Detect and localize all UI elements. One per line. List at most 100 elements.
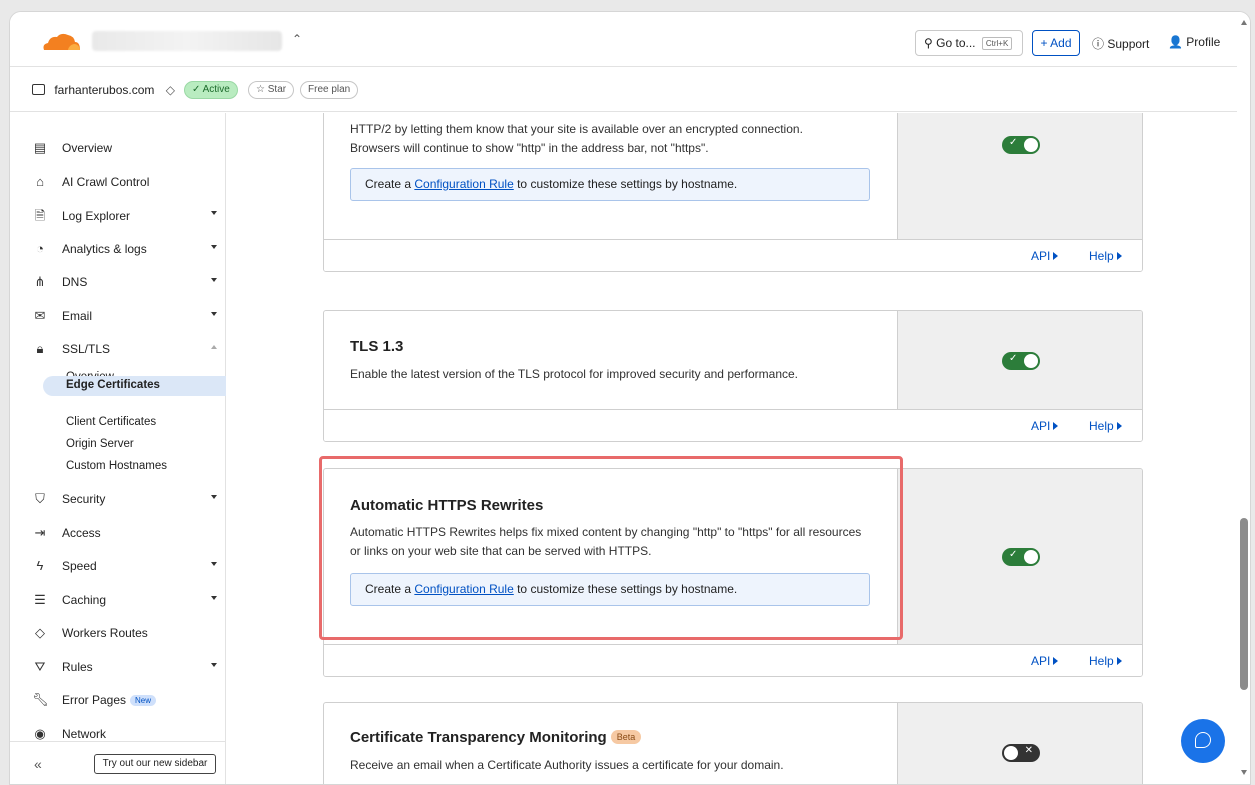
add-button[interactable]: + Add bbox=[1032, 30, 1080, 56]
chevron-down-icon bbox=[211, 562, 217, 566]
caret-right-icon bbox=[1116, 252, 1122, 260]
profile-label: Profile bbox=[1186, 35, 1221, 49]
x-icon: ✕ bbox=[1024, 745, 1033, 756]
chat-button[interactable] bbox=[1181, 719, 1225, 763]
collapse-sidebar-icon[interactable]: « bbox=[34, 756, 42, 772]
lock-icon: 🔒︎ bbox=[36, 341, 44, 356]
sidebar-item-email[interactable]: ✉ Email bbox=[32, 308, 217, 328]
chevron-up-icon bbox=[211, 345, 217, 349]
location-pin-icon: ◉ bbox=[34, 726, 46, 741]
sidebar-item-workers-routes[interactable]: ◇ Workers Routes bbox=[32, 625, 217, 645]
sidebar-item-speed[interactable]: ϟ Speed bbox=[32, 558, 217, 578]
sign-in-icon: ⇥ bbox=[34, 525, 46, 540]
help-link[interactable]: Help bbox=[1089, 419, 1122, 433]
profile-button[interactable]: 👤 Profile bbox=[1168, 35, 1220, 49]
rules-icon: ⛛ bbox=[34, 659, 46, 674]
beta-badge: Beta bbox=[610, 730, 642, 744]
sidebar-item-analytics[interactable]: ◔ Analytics & logs bbox=[32, 241, 217, 261]
star-button[interactable]: ☆ Star bbox=[248, 81, 295, 99]
lightning-icon: ϟ bbox=[36, 558, 44, 573]
chevron-down-icon bbox=[211, 596, 217, 600]
card-description: Receive an email when a Certificate Auth… bbox=[350, 758, 784, 772]
sidebar-item-ssl-tls[interactable]: 🔒︎ SSL/TLS bbox=[32, 341, 217, 361]
configuration-rule-banner: Create a Configuration Rule to customize… bbox=[350, 168, 870, 201]
card-description: Enable the latest version of the TLS pro… bbox=[350, 367, 799, 381]
automatic-https-rewrites-toggle[interactable]: ✓ bbox=[1002, 548, 1040, 566]
sidebar-item-dns[interactable]: ⋔ DNS bbox=[32, 274, 217, 294]
scroll-up-icon[interactable] bbox=[1241, 20, 1247, 25]
setting-control-panel: ✓ bbox=[897, 113, 1142, 239]
browser-window-icon bbox=[32, 84, 45, 95]
browser-window: ⌃ ⚲ Go to... Ctrl+K + Add ⓘ Support 👤 Pr… bbox=[9, 11, 1251, 785]
network-tree-icon: ⋔ bbox=[34, 274, 46, 289]
ssl-sub-custom-hostnames[interactable]: Custom Hostnames bbox=[66, 460, 167, 472]
chevron-down-icon bbox=[211, 211, 217, 215]
sidebar: ▤ Overview ⌂ AI Crawl Control 🗎 Log Explore… bbox=[10, 113, 226, 784]
search-icon: ⚲ bbox=[924, 36, 933, 50]
sidebar-item-caching[interactable]: ☰ Caching bbox=[32, 592, 217, 612]
account-selector[interactable] bbox=[92, 31, 282, 51]
goto-search-button[interactable]: ⚲ Go to... Ctrl+K bbox=[915, 30, 1023, 56]
goto-label: Go to... bbox=[936, 36, 976, 50]
zone-caret-icon: ◇ bbox=[165, 83, 175, 97]
chevron-down-icon bbox=[211, 312, 217, 316]
chevron-down-icon bbox=[211, 245, 217, 249]
sidebar-item-rules[interactable]: ⛛ Rules bbox=[32, 659, 217, 679]
zone-domain: farhanterubos.com bbox=[54, 83, 155, 97]
scrollbar[interactable] bbox=[1237, 12, 1250, 784]
https-toggle[interactable]: ✓ bbox=[1002, 136, 1040, 154]
caret-right-icon bbox=[1053, 657, 1059, 665]
api-link[interactable]: API bbox=[1031, 249, 1059, 263]
pie-chart-icon: ◔ bbox=[36, 241, 44, 256]
tls-1-3-toggle[interactable]: ✓ bbox=[1002, 352, 1040, 370]
ssl-sub-edge-certificates[interactable]: Edge Certificates bbox=[66, 379, 160, 391]
shortcut-hint: Ctrl+K bbox=[981, 37, 1013, 50]
support-button[interactable]: ⓘ Support bbox=[1092, 35, 1149, 52]
zone-bar: farhanterubos.com ◇ ✓ Active ☆ Star Free… bbox=[10, 68, 1250, 112]
scroll-thumb[interactable] bbox=[1240, 518, 1248, 690]
card-title: Certificate Transparency Monitoring Beta bbox=[350, 729, 642, 746]
scroll-down-icon[interactable] bbox=[1241, 770, 1247, 775]
help-link[interactable]: Help bbox=[1089, 249, 1122, 263]
sidebar-item-ai-crawl-control[interactable]: ⌂ AI Crawl Control bbox=[32, 174, 217, 194]
help-circle-icon: ⓘ bbox=[1092, 37, 1105, 51]
email-icon: ✉ bbox=[34, 308, 46, 323]
card-description: HTTP/2 by letting them know that your si… bbox=[350, 122, 803, 155]
new-badge: New bbox=[130, 695, 157, 706]
chevron-down-icon bbox=[211, 663, 217, 667]
help-link[interactable]: Help bbox=[1089, 654, 1122, 668]
check-icon: ✓ bbox=[1009, 549, 1018, 560]
configuration-rule-link[interactable]: Configuration Rule bbox=[414, 177, 513, 191]
robot-icon: ⌂ bbox=[36, 174, 44, 189]
sidebar-item-access[interactable]: ⇥ Access bbox=[32, 525, 217, 545]
caret-right-icon bbox=[1116, 422, 1122, 430]
setting-control-panel: ✕ bbox=[897, 703, 1142, 784]
always-use-https-card: HTTP/2 by letting them know that your si… bbox=[323, 113, 1143, 272]
api-link[interactable]: API bbox=[1031, 654, 1059, 668]
try-new-sidebar-button[interactable]: Try out our new sidebar bbox=[94, 754, 216, 774]
sidebar-item-overview[interactable]: ▤ Overview bbox=[32, 140, 217, 160]
card-footer: API Help bbox=[324, 644, 1142, 676]
check-icon: ✓ bbox=[1009, 353, 1018, 364]
sidebar-item-security[interactable]: ⛉ Security bbox=[32, 491, 217, 511]
api-link[interactable]: API bbox=[1031, 419, 1059, 433]
shield-icon: ⛉ bbox=[35, 491, 45, 506]
support-label: Support bbox=[1107, 37, 1150, 51]
sidebar-item-log-explorer[interactable]: 🗎 Log Explorer bbox=[32, 207, 217, 227]
certificate-transparency-toggle[interactable]: ✕ bbox=[1002, 744, 1040, 762]
ssl-sub-origin-server[interactable]: Origin Server bbox=[66, 438, 134, 450]
wrench-icon: 🔧︎ bbox=[32, 692, 49, 707]
top-bar: ⌃ ⚲ Go to... Ctrl+K + Add ⓘ Support 👤 Pr… bbox=[10, 12, 1250, 67]
sidebar-item-error-pages[interactable]: 🔧︎ Error Pages New bbox=[32, 692, 217, 712]
card-footer: API Help bbox=[324, 409, 1142, 441]
highlight-box bbox=[319, 456, 903, 640]
caret-right-icon bbox=[1053, 422, 1059, 430]
chevron-down-icon bbox=[211, 278, 217, 282]
zone-selector[interactable]: farhanterubos.com ◇ bbox=[32, 83, 175, 97]
plan-badge[interactable]: Free plan bbox=[300, 81, 359, 99]
card-title: TLS 1.3 bbox=[350, 338, 404, 355]
sidebar-footer: « Try out our new sidebar bbox=[10, 741, 226, 784]
account-caret-icon[interactable]: ⌃ bbox=[292, 32, 302, 46]
cloudflare-logo[interactable] bbox=[38, 32, 82, 52]
ssl-sub-client-certificates[interactable]: Client Certificates bbox=[66, 416, 156, 428]
